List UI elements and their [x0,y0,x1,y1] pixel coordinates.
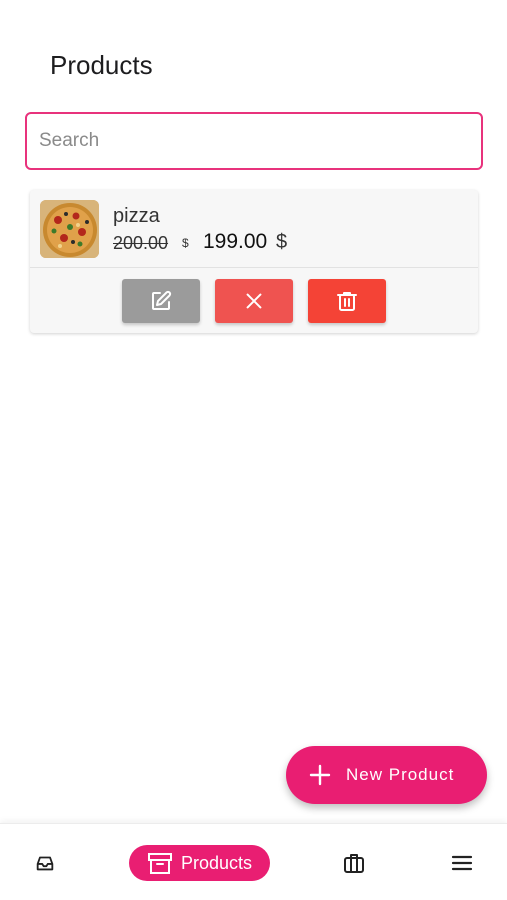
cancel-button[interactable] [215,279,293,323]
product-price: 199.00 [203,230,268,253]
products-screen: Products Search pizza 200.00 $ 199.00 $ … [0,0,507,900]
search-field[interactable] [25,112,483,170]
delete-button[interactable] [308,279,386,323]
new-product-label: New Product [346,765,455,784]
nav-item-briefcase[interactable] [329,824,379,900]
product-image [40,200,99,258]
plus-icon [309,764,331,786]
edit-icon [152,290,172,310]
bottom-navigation: Products [0,823,507,900]
trash-icon [337,292,357,311]
page-title: Products [50,50,153,80]
menu-icon [451,855,473,870]
product-currency: $ [276,231,288,253]
nav-item-menu[interactable] [437,824,487,900]
briefcase-icon [344,853,364,873]
nav-products-label: Products [180,852,253,873]
new-product-button[interactable]: New Product [286,746,487,804]
close-icon [246,293,262,309]
pizza-image [40,200,99,258]
inbox-icon [36,856,54,870]
search-input[interactable] [39,130,481,152]
product-old-currency: $ [182,236,189,250]
edit-button[interactable] [122,279,200,323]
nav-item-products[interactable]: Products [129,845,270,881]
product-info[interactable]: pizza 200.00 $ 199.00 $ [30,190,478,268]
product-card: pizza 200.00 $ 199.00 $ [30,190,478,333]
product-name: pizza [113,205,160,227]
product-old-price: 200.00 [113,233,169,253]
nav-item-inbox[interactable] [20,824,70,900]
archive-box-icon [147,853,172,874]
